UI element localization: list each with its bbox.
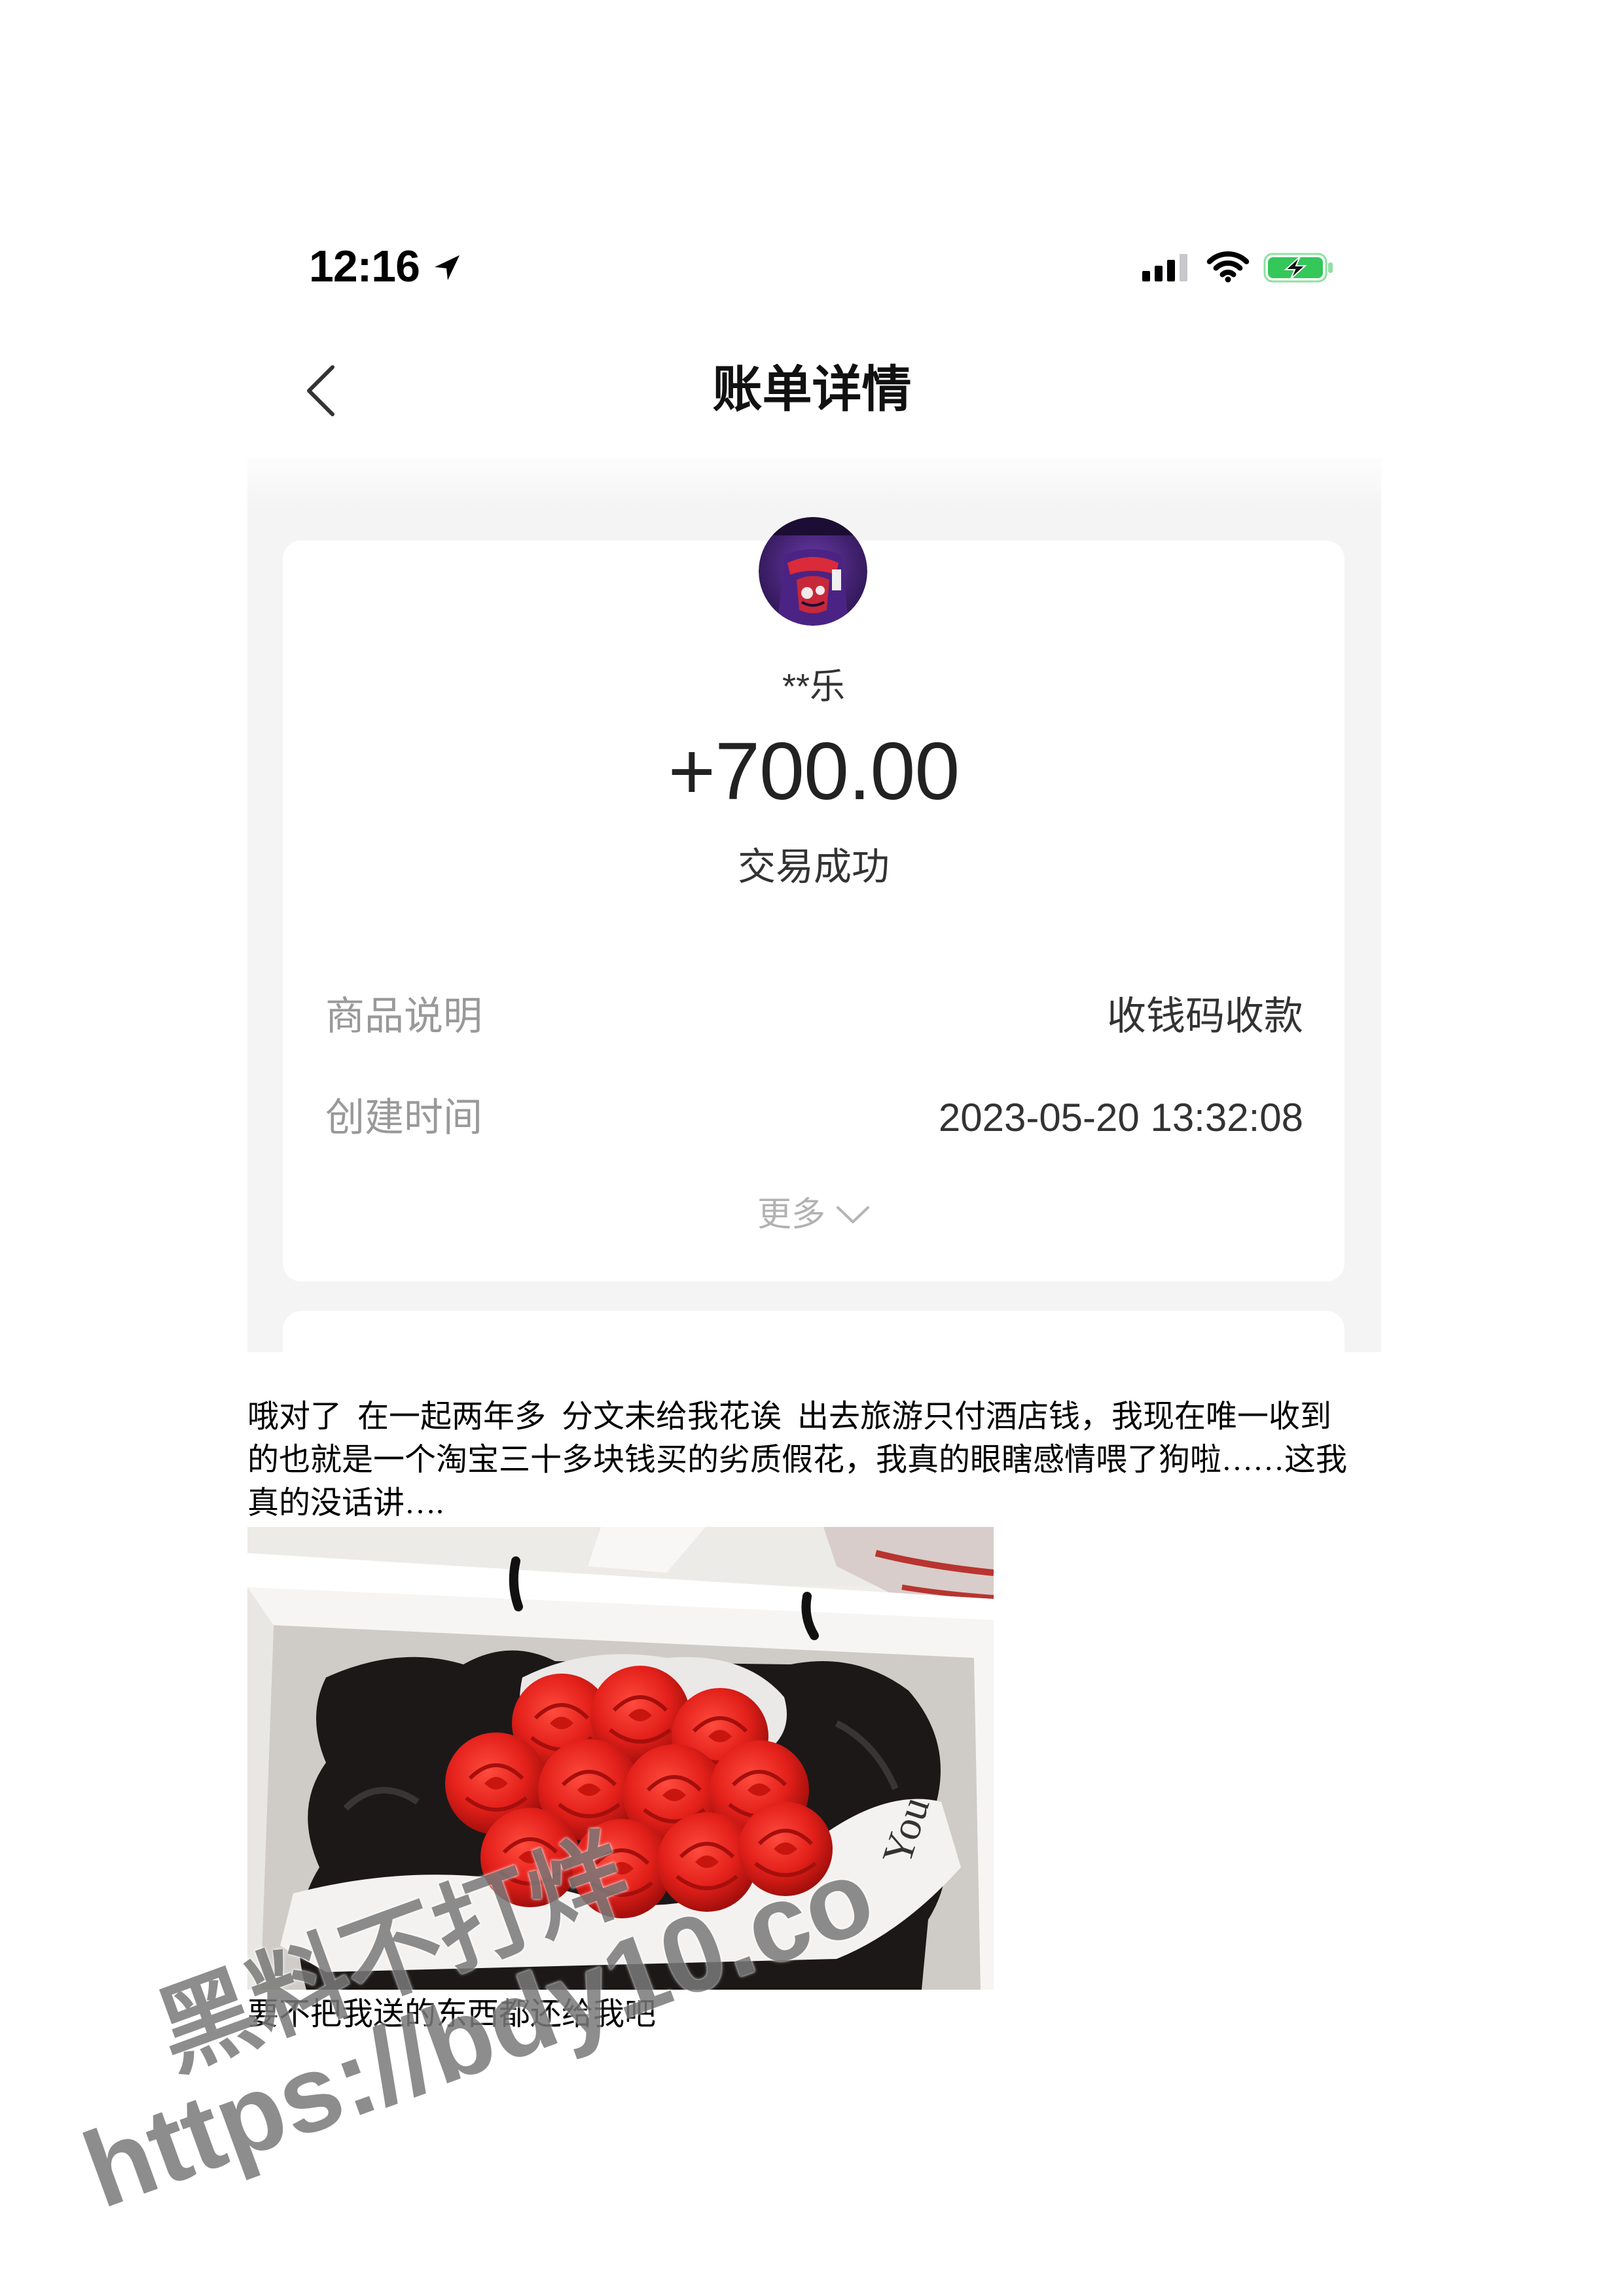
bill-row-created-time: 创建时间 2023-05-20 13:32:08 xyxy=(325,1094,1303,1141)
payer-name: **乐 xyxy=(782,667,846,706)
page-title: 账单详情 xyxy=(712,362,912,418)
post-paragraph: 哦对了 在一起两年多 分文未给我花诶 出去旅游只付酒店钱，我现在唯一收到 的也就… xyxy=(247,1395,1384,1525)
row-value: 收钱码收款 xyxy=(1107,994,1303,1038)
bill-row-description: 商品说明 收钱码收款 xyxy=(325,993,1303,1040)
row-value: 2023-05-20 13:32:08 xyxy=(938,1096,1303,1139)
bill-card: **乐 +700.00 交易成功 商品说明 收钱码收款 创建时间 2023-05… xyxy=(283,517,1344,1282)
chevron-down-icon xyxy=(837,1206,869,1223)
transaction-status: 交易成功 xyxy=(737,846,890,888)
bill-detail-panel: **乐 +700.00 交易成功 商品说明 收钱码收款 创建时间 2023-05… xyxy=(247,457,1381,1352)
paragraph-line: 的也就是一个淘宝三十多块钱买的劣质假花，我真的眼瞎感情喂了狗啦……这我 xyxy=(247,1443,1348,1477)
status-time: 12:16 xyxy=(309,242,420,291)
location-arrow-icon xyxy=(435,255,460,280)
paragraph-line: 哦对了 在一起两年多 分文未给我花诶 出去旅游只付酒店钱，我现在唯一收到 xyxy=(247,1399,1332,1434)
cellular-signal-icon xyxy=(1142,254,1187,281)
next-card xyxy=(283,1311,1344,1352)
more-label: 更多 xyxy=(757,1196,825,1234)
row-label: 商品说明 xyxy=(325,994,482,1038)
more-button[interactable]: 更多 xyxy=(283,1194,1344,1235)
paragraph-line: 真的没话讲…. xyxy=(247,1486,444,1520)
avatar xyxy=(759,517,867,626)
transaction-amount: +700.00 xyxy=(668,726,960,817)
wifi-icon xyxy=(1206,251,1250,283)
row-label: 创建时间 xyxy=(325,1096,482,1139)
battery-charging-icon xyxy=(1263,253,1333,283)
